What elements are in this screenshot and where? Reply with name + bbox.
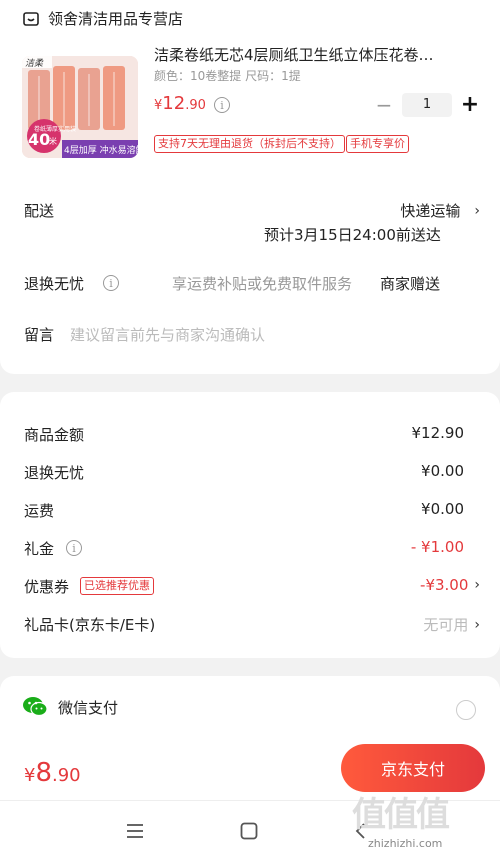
delivery-eta: 预计3月15日24:00前送达 xyxy=(264,226,441,244)
watermark-glyph-1: 值 xyxy=(352,795,386,835)
badge-number: 40 xyxy=(28,130,51,149)
returns-label: 退换无忧 xyxy=(24,275,85,293)
home-icon[interactable] xyxy=(240,822,258,840)
watermark-logo: 值 值 值 xyxy=(352,787,450,836)
order-item-card: 领舍清洁用品专营店 洁柔 卷纸薄厚实用装 40 米 4层加厚 冲水易溶解 洁柔卷… xyxy=(0,0,500,374)
price-summary-card: 商品金额 ¥12.90 退换无忧 ¥0.00 运费 ¥0.00 礼金 i - ¥… xyxy=(0,392,500,658)
store-icon xyxy=(23,11,39,26)
mobile-price-tag: 手机专享价 xyxy=(346,135,409,153)
price-info-icon[interactable]: i xyxy=(214,97,230,113)
gift-money-info-icon[interactable]: i xyxy=(66,540,82,556)
summary-value-coupon: -¥3.00 xyxy=(420,576,469,594)
coupon-badge: 已选推荐优惠 xyxy=(80,577,154,595)
quantity-input[interactable]: 1 xyxy=(402,92,452,117)
summary-value-shipping: ¥0.00 xyxy=(421,500,464,518)
return-policy-tag: 支持7天无理由退货（拆封后不支持） xyxy=(154,135,345,153)
product-title[interactable]: 洁柔卷纸无芯4层厕纸卫生纸立体压花卷… xyxy=(154,44,466,65)
quantity-stepper: − 1 + xyxy=(374,92,480,117)
total-integer: 8 xyxy=(35,758,52,788)
decrease-button[interactable]: − xyxy=(374,93,394,117)
price-decimal: .90 xyxy=(185,98,206,113)
summary-value-returns: ¥0.00 xyxy=(421,462,464,480)
badge-unit: 米 xyxy=(49,137,57,146)
payment-method-card: 微信支付 xyxy=(0,676,500,738)
chevron-right-icon: › xyxy=(474,616,480,633)
delivery-label: 配送 xyxy=(24,202,55,220)
watermark-glyph-3: 值 xyxy=(416,795,450,835)
summary-label-gift-money: 礼金 xyxy=(24,540,55,558)
summary-label-coupon: 优惠券 xyxy=(24,578,70,596)
total-decimal: .90 xyxy=(52,765,81,786)
product-spec[interactable]: 颜色：10卷整提 尺码：1提 xyxy=(154,67,301,84)
chevron-right-icon: › xyxy=(474,202,480,219)
store-header[interactable]: 领舍清洁用品专营店 xyxy=(22,8,183,29)
coupon-selector[interactable]: -¥3.00 › xyxy=(420,576,480,594)
summary-label-shipping: 运费 xyxy=(24,502,55,520)
product-image[interactable]: 洁柔 卷纸薄厚实用装 40 米 4层加厚 冲水易溶解 xyxy=(22,56,138,158)
watermark-text: zhizhizhi.com xyxy=(368,837,443,850)
delivery-method: 快递运输 xyxy=(400,202,461,220)
summary-value-gift-money: - ¥1.00 xyxy=(410,538,464,556)
jd-pay-button[interactable]: 京东支付 xyxy=(341,744,485,792)
watermark-glyph-2: 值 xyxy=(384,795,418,835)
chevron-right-icon: › xyxy=(474,577,480,593)
wechat-icon xyxy=(23,697,48,717)
summary-label-gift-card: 礼品卡(京东卡/E卡) xyxy=(24,616,156,634)
wechat-pay-radio[interactable] xyxy=(456,700,476,720)
total-price: ¥8.90 xyxy=(24,758,81,788)
summary-value-gift-card: 无可用 xyxy=(423,616,469,634)
delivery-method-selector[interactable]: 快递运输 › xyxy=(400,200,480,221)
wechat-pay-label: 微信支付 xyxy=(58,698,119,717)
price-integer: 12 xyxy=(162,93,186,114)
increase-button[interactable]: + xyxy=(460,92,480,117)
menu-icon[interactable] xyxy=(126,823,144,839)
gift-card-selector[interactable]: 无可用 › xyxy=(423,614,480,635)
summary-label-returns: 退换无忧 xyxy=(24,464,85,482)
summary-label-goods: 商品金额 xyxy=(24,426,85,444)
returns-info-icon[interactable]: i xyxy=(103,275,119,291)
product-price: ¥12.90 xyxy=(154,93,206,114)
summary-value-goods: ¥12.90 xyxy=(411,424,465,442)
note-input[interactable]: 建议留言前先与商家沟通确认 xyxy=(70,324,265,345)
system-nav-bar: 值 值 值 zhizhizhi.com xyxy=(0,795,500,860)
returns-value: 商家赠送 xyxy=(380,275,441,293)
total-symbol: ¥ xyxy=(24,765,36,786)
brand-logo-text: 洁柔 xyxy=(25,59,44,69)
note-label: 留言 xyxy=(24,326,55,344)
returns-description: 享运费补贴或免费取件服务 xyxy=(172,275,353,293)
store-name: 领舍清洁用品专营店 xyxy=(48,10,184,28)
product-banner-text: 4层加厚 冲水易溶解 xyxy=(64,146,138,156)
wechat-pay-option[interactable]: 微信支付 xyxy=(22,696,118,718)
